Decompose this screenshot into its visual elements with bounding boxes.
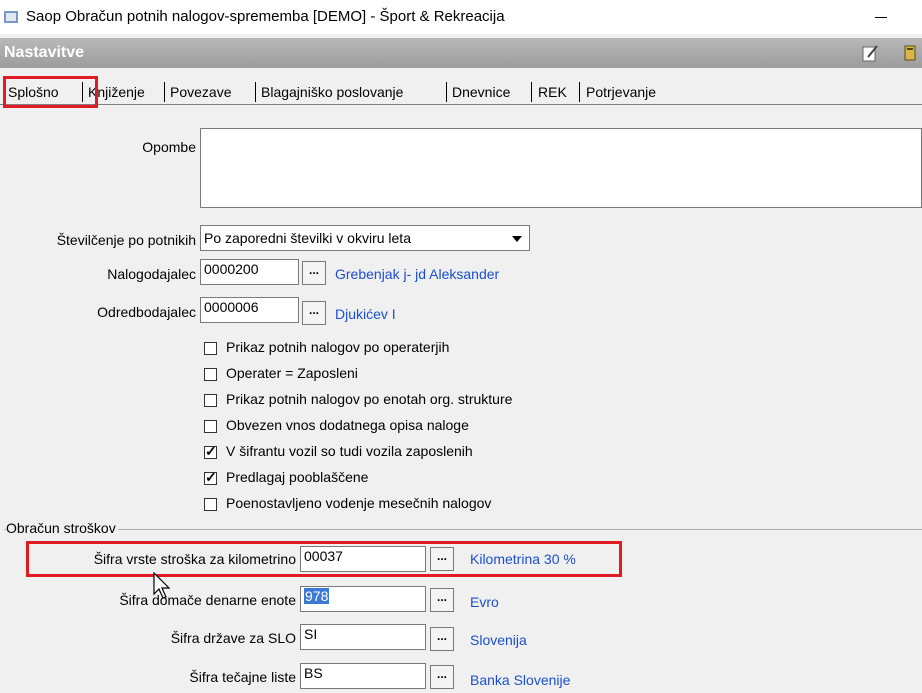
app-icon [4,11,18,23]
tab-dnevnice[interactable]: Dnevnice [452,84,510,100]
tecajna-input[interactable]: BS [300,663,426,689]
checkbox-label: Poenostavljeno vodenje mesečnih nalogov [226,495,492,511]
checkbox-poenostavljeno-vodenje[interactable] [204,498,217,511]
odredbodajalec-name: Djukićev I [335,306,396,322]
group-divider [4,529,922,530]
nalogodajalec-label: Nalogodajalec [107,266,196,282]
nalogodajalec-lookup-button[interactable]: ... [302,261,326,285]
tecajna-label: Šifra tečajne liste [189,669,296,685]
group-title: Obračun stroškov [6,520,118,536]
odredbodajalec-label: Odredbodajalec [97,304,196,320]
valuta-selected-text: 978 [304,588,330,604]
section-header: Nastavitve [0,38,922,68]
chevron-down-icon[interactable] [506,227,528,249]
tab-blagajnisko-poslovanje[interactable]: Blagajniško poslovanje [261,84,403,100]
tab-divider [0,104,922,105]
odredbodajalec-lookup-button[interactable]: ... [302,301,326,325]
tab-separator [164,82,165,102]
checkbox-label: Operater = Zaposleni [226,365,358,381]
checkbox-label: Prikaz potnih nalogov po operaterjih [226,339,450,355]
highlight-box-kilometrina [26,541,622,577]
section-title: Nastavitve [4,44,85,61]
tab-rek[interactable]: REK [538,84,567,100]
nalogodajalec-input[interactable]: 0000200 [200,259,299,285]
window-titlebar[interactable]: Saop Obračun potnih nalogov-sprememba [D… [0,0,922,34]
valuta-name: Evro [470,594,499,610]
checkbox-predlagaj-pooblascene[interactable] [204,469,217,486]
odredbodajalec-input[interactable]: 0000006 [200,297,299,323]
bookmark-icon[interactable] [902,43,922,63]
checkbox-prikaz-enotah[interactable] [204,394,217,407]
checkbox-label: V šifrantu vozil so tudi vozila zaposlen… [226,443,473,459]
nalogodajalec-name: Grebenjak j- jd Aleksander [335,266,500,282]
mouse-cursor-icon [153,572,171,599]
window-title: Saop Obračun potnih nalogov-sprememba [D… [26,8,505,25]
drzava-lookup-button[interactable]: ... [430,627,454,651]
highlight-box-tab [3,76,98,108]
checkbox-sifrant-vozil[interactable] [204,443,217,460]
tab-separator [579,82,580,102]
edit-icon[interactable] [860,43,880,63]
tab-potrjevanje[interactable]: Potrjevanje [586,84,656,100]
checkbox-label: Obvezen vnos dodatnega opisa naloge [226,417,469,433]
stevilcenje-select[interactable]: Po zaporedni številki v okviru leta [200,225,530,251]
checkbox-label: Predlagaj pooblaščene [226,469,369,485]
checkbox-prikaz-operaterjih[interactable] [204,342,217,355]
drzava-input[interactable]: SI [300,624,426,650]
tab-separator [255,82,256,102]
valuta-label: Šifra domače denarne enote [119,592,296,608]
valuta-lookup-button[interactable]: ... [430,588,454,612]
checkbox-operater-zaposleni[interactable] [204,368,217,381]
tab-povezave[interactable]: Povezave [170,84,231,100]
drzava-label: Šifra države za SLO [170,630,296,646]
drzava-name: Slovenija [470,632,527,648]
stevilcenje-value: Po zaporedni številki v okviru leta [204,230,411,246]
checkbox-label: Prikaz potnih nalogov po enotah org. str… [226,391,513,407]
opombe-textarea[interactable] [200,128,922,208]
tab-separator [446,82,447,102]
valuta-input[interactable]: 978 [300,586,426,612]
minimize-icon[interactable] [866,6,896,28]
stevilcenje-label: Številčenje po potnikih [56,232,196,248]
tab-bar: Splošno Knjiženje Povezave Blagajniško p… [0,78,922,106]
opombe-label: Opombe [142,139,196,155]
tab-separator [531,82,532,102]
checkbox-obvezen-vnos[interactable] [204,420,217,433]
tecajna-name: Banka Slovenije [470,672,571,688]
tecajna-lookup-button[interactable]: ... [430,665,454,689]
